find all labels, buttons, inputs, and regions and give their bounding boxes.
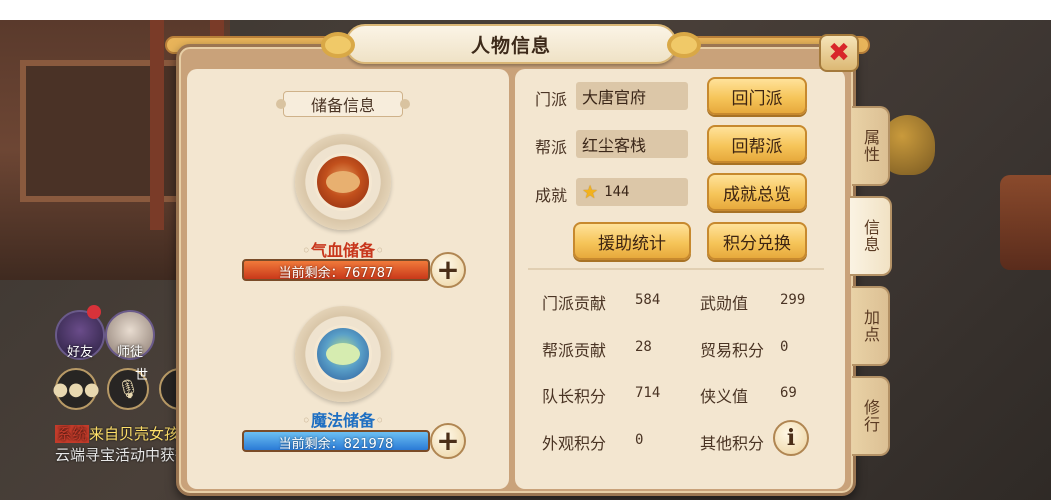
stat-value: 28 [635,339,652,355]
gang-value: 红尘客栈 [576,130,688,158]
tab-info[interactable]: 信息 [850,196,892,276]
banner-scroll-right [667,32,701,58]
stat-value: 0 [635,432,644,448]
scene-urn [1000,175,1051,270]
top-strip [0,0,1051,20]
dialog-title: 人物信息 [470,34,551,57]
stat-label: 门派贡献 [542,294,607,313]
hp-remaining-text: 当前剩余：767787 [278,266,394,281]
achievement-value: ★ 144 [576,178,688,206]
tab-cultivation[interactable]: 修行 [852,376,890,456]
chat-line1-text: 来自贝壳女孩 [89,425,180,443]
hp-reserve-label-text: 气血储备 [310,241,375,260]
friends-label: 好友 [66,345,93,360]
achievement-value-text: 144 [604,184,630,200]
plus-icon: + [436,424,460,457]
chat-line: 云端寻宝活动中获得 [55,444,190,465]
notification-dot [87,305,101,319]
aid-statistics-button[interactable]: 援助统计 [573,222,691,260]
hp-reserve-icon-frame [295,134,391,230]
tab-attributes[interactable]: 属性 [852,106,890,186]
sect-value-text: 大唐官府 [582,88,647,107]
chat-channel-tag: 系统 [55,425,90,443]
gang-value-text: 红尘客栈 [582,136,647,155]
reserve-section-title: 储备信息 [276,91,410,117]
stat-value: 69 [780,385,797,401]
sect-label: 门派 [535,90,568,109]
mp-reserve-bar: 当前剩余：821978 [242,430,430,452]
star-icon: ★ [582,181,599,203]
apprentice-label: 师徒 [116,345,143,360]
mp-reserve-icon-frame [295,306,391,402]
add-mp-reserve-button[interactable]: + [430,423,466,459]
mp-soup-bowl-icon [314,325,372,383]
chat-line2-text: 云端寻宝活动中获得 [55,446,191,464]
stat-label: 武勋值 [700,294,749,313]
add-hp-reserve-button[interactable]: + [430,252,466,288]
mp-reserve-label: ◦魔法储备◦ [301,411,385,430]
section-divider [528,268,824,270]
stat-value: 714 [635,385,661,401]
stat-label: 队长积分 [542,387,607,406]
sect-value: 大唐官府 [576,82,688,110]
close-button[interactable]: ✖ [819,34,859,72]
tab-add-points[interactable]: 加点 [852,286,890,366]
stat-label: 其他积分 [700,434,765,453]
stat-value: 584 [635,292,661,308]
info-icon: i [786,425,796,451]
chat-bubble-icon[interactable]: ●●● [52,368,100,410]
achievement-overview-button[interactable]: 成就总览 [707,173,807,211]
world-channel-label: 世 [135,368,149,383]
points-exchange-button[interactable]: 积分兑换 [707,222,807,260]
banner-scroll-left [321,32,355,58]
stat-label: 外观积分 [542,434,607,453]
return-sect-button[interactable]: 回门派 [707,77,807,115]
stat-label: 帮派贡献 [542,341,607,360]
chat-line: 系统 来自贝壳女孩 [55,423,179,444]
return-gang-button[interactable]: 回帮派 [707,125,807,163]
apprentice-button[interactable]: 师徒 [105,310,155,360]
hp-reserve-bar: 当前剩余：767787 [242,259,430,281]
achievement-label: 成就 [535,186,568,205]
stat-value: 0 [780,339,789,355]
plus-icon: + [436,253,460,286]
mp-reserve-label-text: 魔法储备 [310,411,375,430]
gang-label: 帮派 [535,138,568,157]
other-points-info-button[interactable]: i [773,420,809,456]
scene-pillar [150,20,164,230]
hp-soup-bowl-icon [314,153,372,211]
hp-reserve-label: ◦气血储备◦ [301,241,385,260]
stat-value: 299 [780,292,806,308]
close-icon: ✖ [828,38,850,68]
stat-label: 贸易积分 [700,341,765,360]
mp-remaining-text: 当前剩余：821978 [278,437,394,452]
stat-label: 侠义值 [700,387,749,406]
dialog-title-banner: 人物信息 [321,24,701,64]
